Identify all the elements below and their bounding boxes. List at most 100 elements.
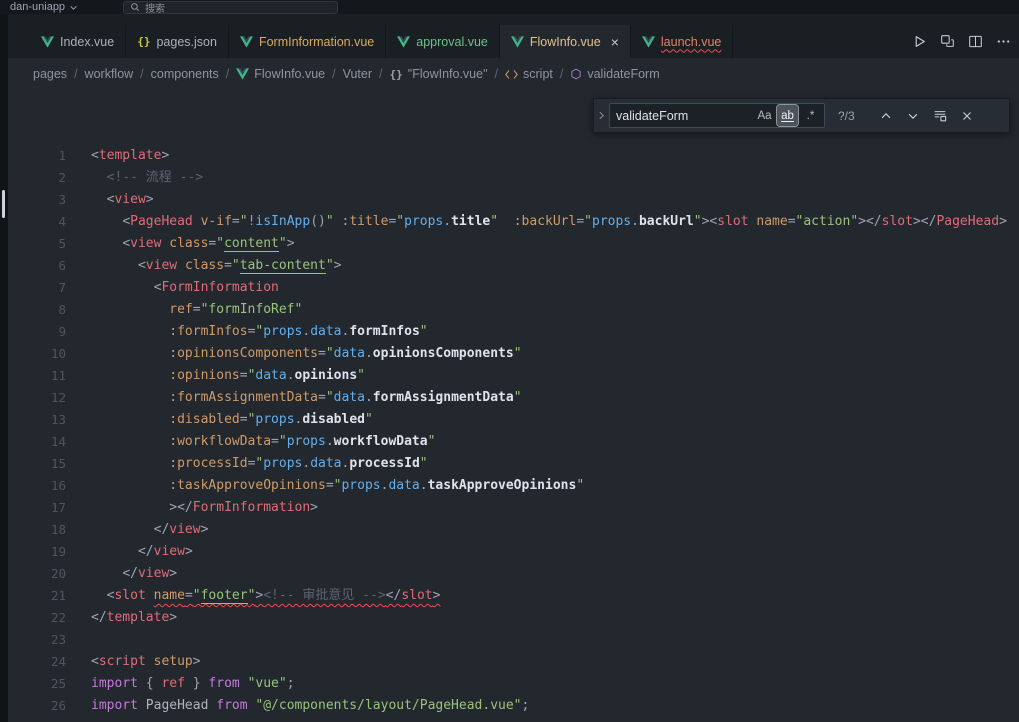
close-icon[interactable]: ×: [611, 35, 619, 49]
code-text: <FormInformation: [91, 277, 1019, 299]
breadcrumb-label: workflow: [85, 67, 134, 81]
breadcrumb-label: "FlowInfo.vue": [408, 67, 488, 81]
code-line[interactable]: 8 ref="formInfoRef": [0, 299, 1019, 321]
chevron-down-icon: [69, 3, 78, 12]
code-text: </template>: [91, 607, 1019, 629]
line-number: 25: [0, 673, 66, 695]
find-input[interactable]: [616, 109, 752, 123]
search-placeholder: 搜索: [145, 0, 165, 15]
code-line[interactable]: 22 </template>: [0, 607, 1019, 629]
code-line[interactable]: 11 :opinions="data.opinions": [0, 365, 1019, 387]
find-in-selection-icon: [933, 109, 947, 123]
breadcrumb-item[interactable]: components: [151, 67, 219, 81]
code-line[interactable]: 12 :formAssignmentData="data.formAssignm…: [0, 387, 1019, 409]
line-number: 13: [0, 409, 66, 431]
code-line[interactable]: 25 import { ref } from "vue";: [0, 673, 1019, 695]
breadcrumb-separator: /: [495, 67, 498, 81]
line-number: 3: [0, 189, 66, 211]
breadcrumb-separator: /: [140, 67, 143, 81]
editor-tab[interactable]: FlowInfo.vue×: [500, 25, 631, 58]
code-area[interactable]: 1<template>2 <!-- 流程 -->3 <view>4 <PageH…: [0, 90, 1019, 717]
split-editor-button[interactable]: [963, 30, 987, 54]
code-line[interactable]: 14 :workflowData="props.workflowData": [0, 431, 1019, 453]
editor[interactable]: Aa ab .* ?/3 1<template>2 <!-- 流程 -->3 <…: [0, 90, 1019, 722]
regex-button[interactable]: .*: [800, 105, 821, 126]
line-number: 11: [0, 365, 66, 387]
chevron-right-icon: [597, 111, 606, 120]
breadcrumb: pages/workflow/components/FlowInfo.vue/V…: [0, 58, 1019, 90]
code-line[interactable]: 5 <view class="content">: [0, 233, 1019, 255]
line-number: 5: [0, 233, 66, 255]
editor-tab[interactable]: {}pages.json: [126, 25, 229, 58]
breadcrumb-item[interactable]: pages: [33, 67, 67, 81]
find-collapse-toggle[interactable]: [594, 99, 609, 132]
more-actions-button[interactable]: [991, 30, 1015, 54]
titlebar-search[interactable]: 搜索: [123, 1, 338, 14]
editor-tab[interactable]: approval.vue: [386, 25, 500, 58]
run-button[interactable]: [907, 30, 931, 54]
line-number: 12: [0, 387, 66, 409]
code-line[interactable]: 1<template>: [0, 145, 1019, 167]
code-line[interactable]: 15 :processId="props.data.processId": [0, 453, 1019, 475]
breadcrumb-item[interactable]: {}"FlowInfo.vue": [390, 67, 488, 81]
code-line[interactable]: 2 <!-- 流程 -->: [0, 167, 1019, 189]
breadcrumb-item[interactable]: workflow: [85, 67, 134, 81]
code-text: import { ref } from "vue";: [91, 673, 1019, 695]
line-number: 1: [0, 145, 66, 167]
breadcrumb-label: components: [151, 67, 219, 81]
scroll-indicator: [2, 190, 5, 218]
workspace-menu[interactable]: dan-uniapp: [10, 1, 78, 13]
code-line[interactable]: 9 :formInfos="props.data.formInfos": [0, 321, 1019, 343]
code-text: :formInfos="props.data.formInfos": [91, 321, 1019, 343]
code-line[interactable]: 6 <view class="tab-content">: [0, 255, 1019, 277]
code-line[interactable]: 3 <view>: [0, 189, 1019, 211]
close-icon: [960, 109, 974, 123]
editor-tab[interactable]: FormInformation.vue: [229, 25, 386, 58]
tabs-container: Index.vue{}pages.jsonFormInformation.vue…: [30, 25, 733, 58]
line-number: 24: [0, 651, 66, 673]
editor-tab[interactable]: Index.vue: [30, 25, 126, 58]
line-number: 22: [0, 607, 66, 629]
tab-label: launch.vue: [661, 35, 721, 49]
breadcrumb-item[interactable]: Vuter: [343, 67, 372, 81]
editor-actions: [907, 25, 1019, 58]
code-text: :opinionsComponents="data.opinionsCompon…: [91, 343, 1019, 365]
line-number: 2: [0, 167, 66, 189]
match-case-button[interactable]: Aa: [754, 105, 775, 126]
code-line[interactable]: 10 :opinionsComponents="data.opinionsCom…: [0, 343, 1019, 365]
code-line[interactable]: 17 ></FormInformation>: [0, 497, 1019, 519]
line-number: 26: [0, 695, 66, 717]
whole-word-button[interactable]: ab: [777, 105, 798, 126]
breadcrumb-item[interactable]: validateForm: [570, 67, 659, 81]
code-line[interactable]: 23: [0, 629, 1019, 651]
find-close-button[interactable]: [955, 104, 978, 127]
code-line[interactable]: 19 </view>: [0, 541, 1019, 563]
open-changes-button[interactable]: [935, 30, 959, 54]
code-line[interactable]: 7 <FormInformation: [0, 277, 1019, 299]
code-text: </view>: [91, 541, 1019, 563]
breadcrumb-label: script: [523, 67, 553, 81]
code-line[interactable]: 16 :taskApproveOpinions="props.data.task…: [0, 475, 1019, 497]
code-line[interactable]: 13 :disabled="props.disabled": [0, 409, 1019, 431]
vue-icon: [240, 36, 253, 48]
code-line[interactable]: 18 </view>: [0, 519, 1019, 541]
line-number: 7: [0, 277, 66, 299]
find-in-selection-button[interactable]: [928, 104, 951, 127]
code-line[interactable]: 4 <PageHead v-if="!isInApp()" :title="pr…: [0, 211, 1019, 233]
code-line[interactable]: 24<script setup>: [0, 651, 1019, 673]
editor-tab[interactable]: launch.vue: [631, 25, 733, 58]
line-number: 4: [0, 211, 66, 233]
code-text: <view class="content">: [91, 233, 1019, 255]
code-line[interactable]: 21 <slot name="footer"><!-- 审批意见 --></sl…: [0, 585, 1019, 607]
line-number: 9: [0, 321, 66, 343]
previous-match-button[interactable]: [874, 104, 897, 127]
line-number: 21: [0, 585, 66, 607]
breadcrumb-item[interactable]: FlowInfo.vue: [236, 67, 325, 81]
code-text: import PageHead from "@/components/layou…: [91, 695, 1019, 717]
code-line[interactable]: 20 </view>: [0, 563, 1019, 585]
vue-icon: [41, 36, 54, 48]
breadcrumb-item[interactable]: script: [505, 67, 553, 81]
find-results: ?/3: [838, 109, 870, 123]
next-match-button[interactable]: [901, 104, 924, 127]
code-line[interactable]: 26 import PageHead from "@/components/lay…: [0, 695, 1019, 717]
